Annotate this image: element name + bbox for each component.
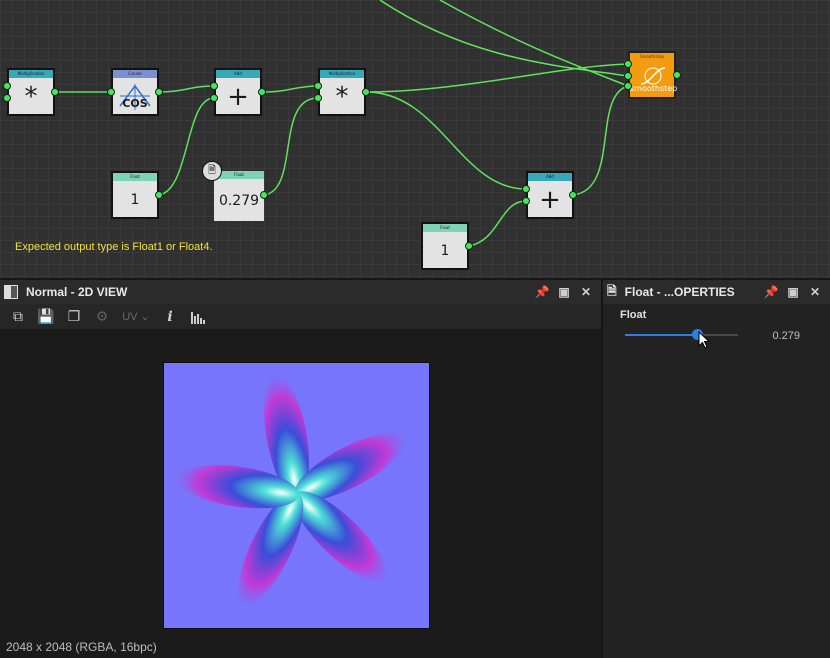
node-header: Multiplication bbox=[9, 70, 53, 78]
wire bbox=[365, 91, 527, 190]
output-port[interactable] bbox=[465, 242, 473, 250]
output-port[interactable] bbox=[569, 191, 577, 199]
multiplication-node[interactable]: Multiplication * bbox=[318, 68, 366, 116]
node-header: Smoothstep bbox=[630, 53, 674, 61]
node-graph[interactable]: Multiplication * Cosine COS Add + Multip… bbox=[0, 0, 830, 278]
properties-titlebar: 🗎 Float - ...OPERTIES 📌 ▣ ✕ bbox=[603, 280, 830, 304]
float-node-selected[interactable]: Float 0.279 bbox=[214, 171, 264, 221]
wire bbox=[379, 0, 629, 77]
node-header: Cosine bbox=[113, 70, 157, 78]
undock-icon[interactable]: ▣ bbox=[553, 285, 575, 299]
view-grid-icon bbox=[4, 285, 18, 299]
uv-label: UV bbox=[122, 310, 138, 323]
copy-icon[interactable]: ❐ bbox=[60, 307, 88, 327]
histogram-glyph bbox=[191, 311, 205, 324]
float-value: 1 bbox=[440, 242, 450, 259]
pin-icon[interactable]: 📌 bbox=[531, 285, 553, 299]
float-value-field[interactable]: 0.279 bbox=[772, 330, 800, 342]
histogram-icon[interactable] bbox=[184, 307, 212, 327]
input-port[interactable] bbox=[3, 82, 11, 90]
input-port[interactable] bbox=[624, 82, 632, 90]
float-value: 0.279 bbox=[218, 192, 260, 209]
input-port[interactable] bbox=[624, 60, 632, 68]
normal-map-preview bbox=[163, 362, 430, 629]
output-port[interactable] bbox=[155, 88, 163, 96]
input-port[interactable] bbox=[624, 72, 632, 80]
cosine-icon: COS bbox=[113, 79, 157, 114]
output-port[interactable] bbox=[260, 191, 268, 199]
output-port[interactable] bbox=[155, 191, 163, 199]
multiply-icon: * bbox=[24, 81, 38, 112]
wire bbox=[158, 85, 215, 93]
node-header: Multiplication bbox=[320, 70, 364, 78]
wire bbox=[261, 85, 319, 93]
input-port[interactable] bbox=[314, 82, 322, 90]
wire-layer bbox=[54, 0, 629, 247]
pin-icon[interactable]: 📌 bbox=[760, 285, 782, 299]
mouse-cursor-icon bbox=[698, 331, 710, 349]
warning-message: Expected output type is Float1 or Float4… bbox=[15, 241, 213, 253]
wire bbox=[468, 200, 527, 247]
add-node[interactable]: Add + bbox=[526, 171, 574, 219]
resolution-label: 2048 x 2048 (RGBA, 16bpc) bbox=[6, 640, 157, 654]
display-settings-icon[interactable]: ⧉ bbox=[4, 307, 32, 327]
info-icon[interactable]: i bbox=[156, 307, 184, 327]
properties-panel: 🗎 Float - ...OPERTIES 📌 ▣ ✕ Float 0.279 bbox=[603, 280, 830, 658]
cosine-node[interactable]: Cosine COS bbox=[111, 68, 159, 116]
float-node[interactable]: Float 1 bbox=[111, 171, 159, 219]
document-icon: 🗎 bbox=[607, 283, 617, 298]
close-icon[interactable]: ✕ bbox=[575, 285, 597, 299]
2d-view-titlebar: Normal - 2D VIEW 📌 ▣ ✕ bbox=[0, 280, 601, 304]
output-port[interactable] bbox=[673, 71, 681, 79]
add-node[interactable]: Add + bbox=[214, 68, 262, 116]
close-icon[interactable]: ✕ bbox=[804, 285, 826, 299]
node-header: Float bbox=[113, 173, 157, 181]
2d-view-panel: Normal - 2D VIEW 📌 ▣ ✕ ⧉ 💾 ❐ ⚙ UV ⌄ i 20… bbox=[0, 280, 601, 658]
smoothstep-node[interactable]: Smoothstep smoothstep bbox=[628, 51, 678, 99]
multiply-icon: * bbox=[335, 81, 349, 112]
save-icon[interactable]: 💾 bbox=[32, 307, 60, 327]
float-slider[interactable] bbox=[625, 329, 738, 340]
input-port[interactable] bbox=[522, 197, 530, 205]
float-value: 1 bbox=[130, 191, 140, 208]
wire bbox=[365, 63, 629, 93]
plus-icon: + bbox=[539, 184, 561, 215]
output-port[interactable] bbox=[362, 88, 370, 96]
document-icon[interactable]: 🗎 bbox=[202, 161, 222, 181]
smoothstep-icon: smoothstep bbox=[630, 62, 678, 97]
plus-icon: + bbox=[227, 81, 249, 112]
input-port[interactable] bbox=[3, 94, 11, 102]
input-port[interactable] bbox=[107, 88, 115, 96]
input-port[interactable] bbox=[210, 94, 218, 102]
cosine-label: COS bbox=[122, 97, 148, 110]
float-property-label: Float bbox=[620, 309, 647, 321]
panel-title: Float - ...OPERTIES bbox=[624, 285, 735, 299]
node-header: Add bbox=[528, 173, 572, 181]
output-port[interactable] bbox=[51, 88, 59, 96]
flower-normal-image bbox=[176, 374, 406, 606]
multiplication-node[interactable]: Multiplication * bbox=[7, 68, 55, 116]
uv-dropdown[interactable]: UV ⌄ bbox=[116, 307, 156, 327]
smoothstep-label: smoothstep bbox=[630, 84, 678, 93]
float-node[interactable]: Float 1 bbox=[421, 222, 469, 270]
slider-fill bbox=[625, 334, 698, 336]
input-port[interactable] bbox=[210, 82, 218, 90]
node-header: Add bbox=[216, 70, 260, 78]
input-port[interactable] bbox=[314, 94, 322, 102]
wire bbox=[158, 97, 215, 196]
wire bbox=[572, 85, 629, 196]
output-port[interactable] bbox=[258, 88, 266, 96]
share-icon[interactable]: ⚙ bbox=[88, 307, 116, 327]
2d-view-toolbar: ⧉ 💾 ❐ ⚙ UV ⌄ i bbox=[0, 304, 601, 330]
undock-icon[interactable]: ▣ bbox=[782, 285, 804, 299]
2d-canvas[interactable]: 2048 x 2048 (RGBA, 16bpc) bbox=[0, 330, 601, 658]
panel-title: Normal - 2D VIEW bbox=[26, 285, 128, 299]
input-port[interactable] bbox=[522, 185, 530, 193]
wire bbox=[263, 97, 319, 196]
node-header: Float bbox=[423, 224, 467, 232]
